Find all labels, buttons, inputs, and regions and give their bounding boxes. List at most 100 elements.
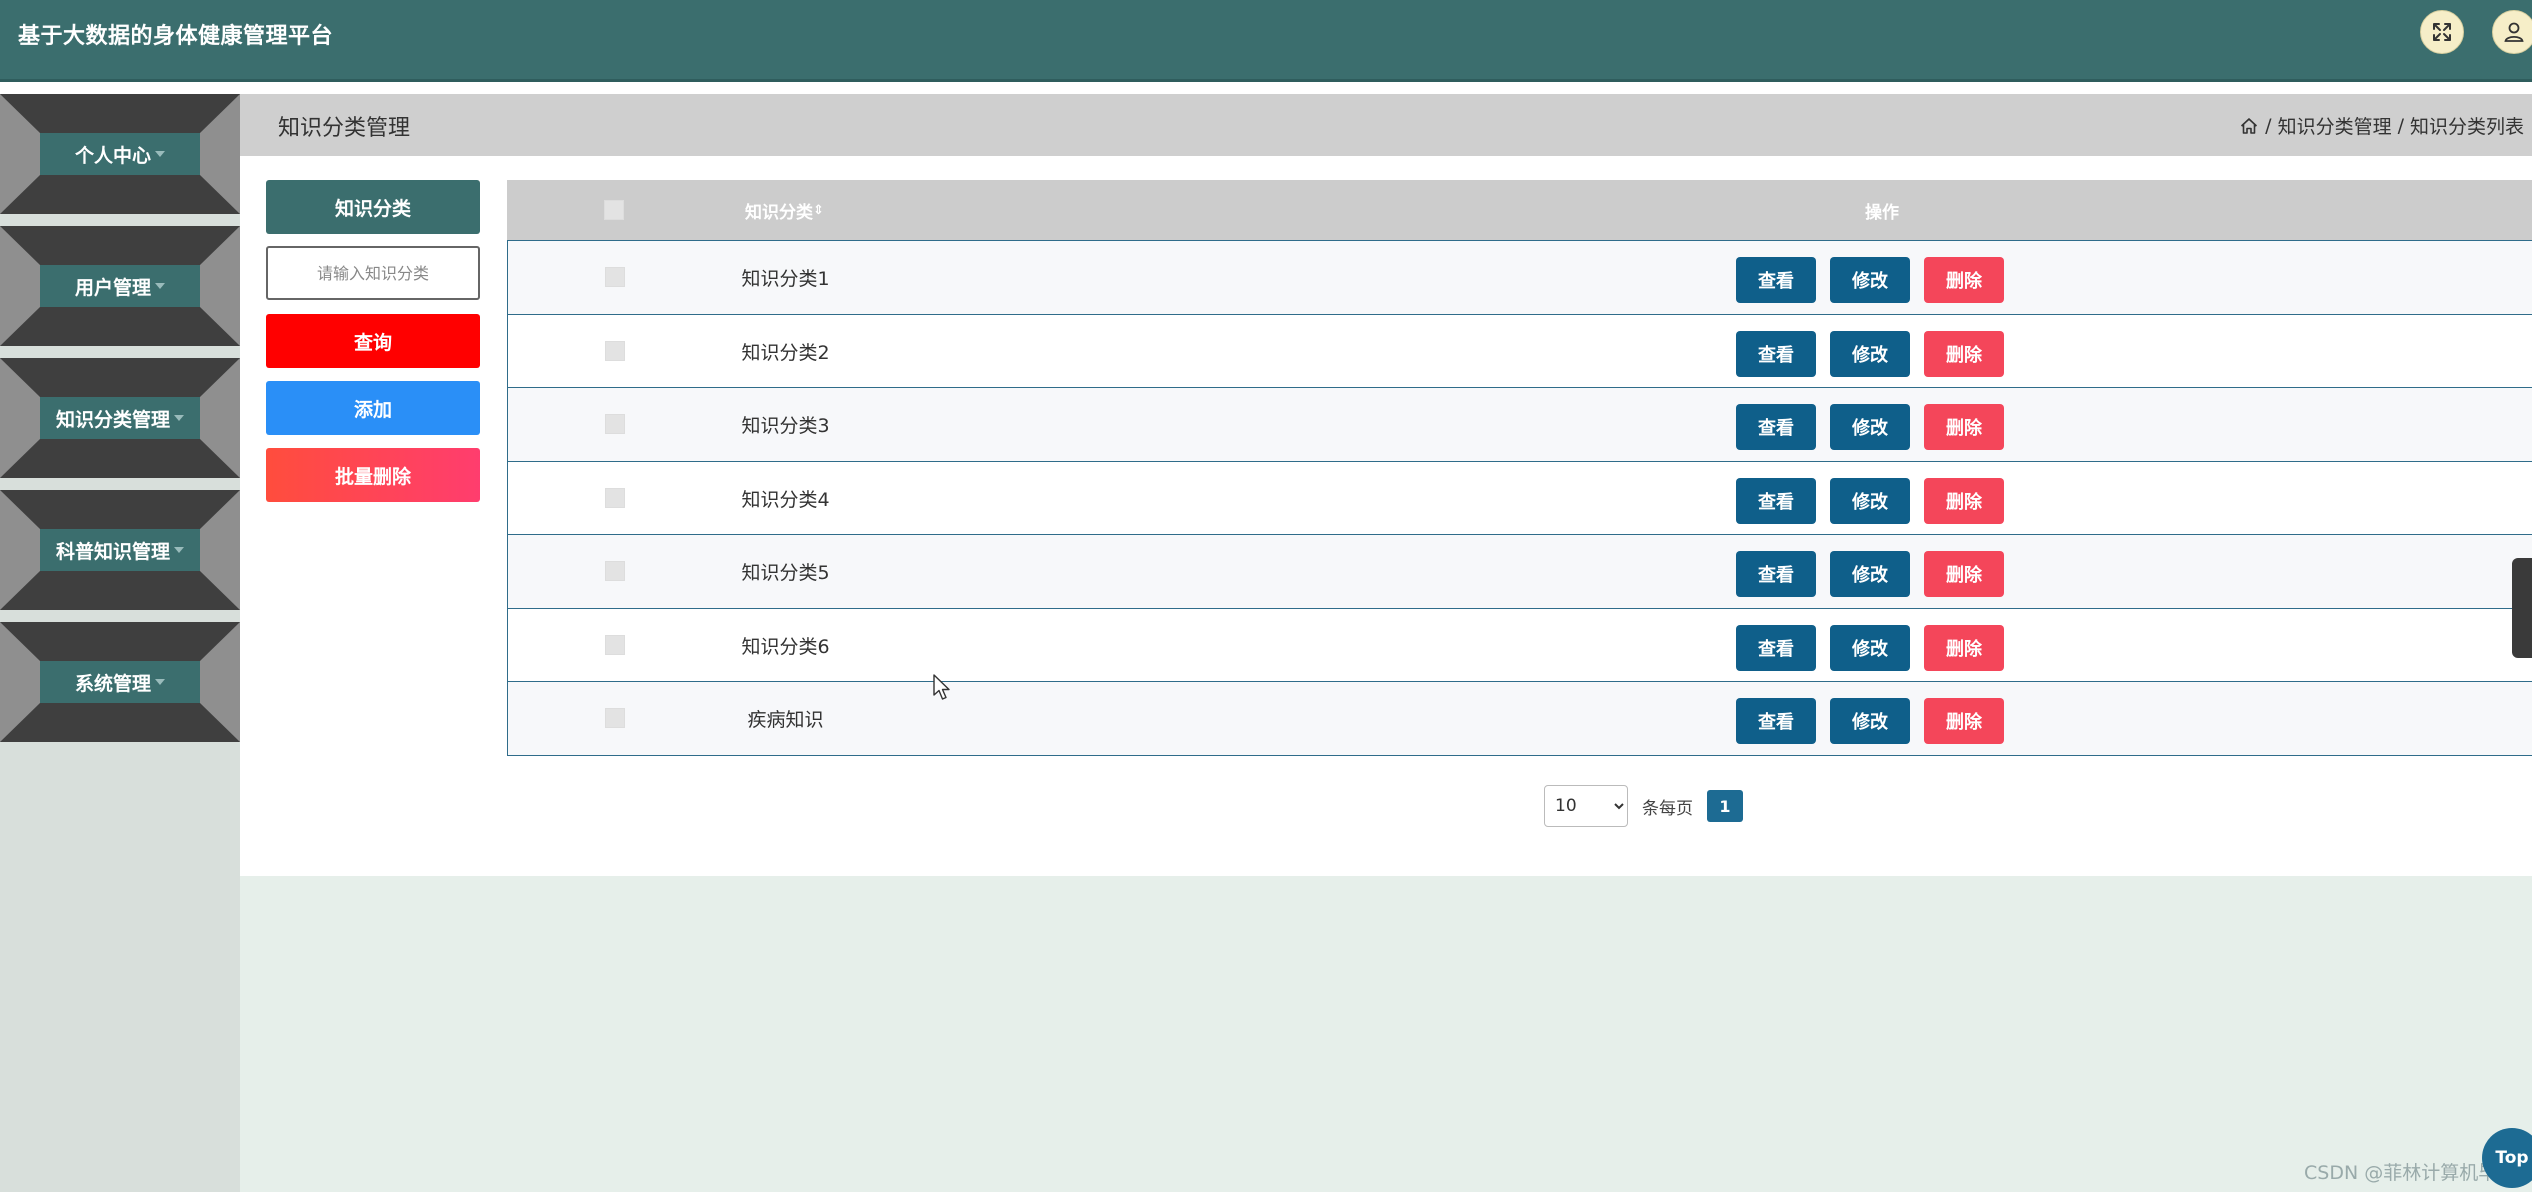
app-root: 基于大数据的身体健康管理平台 个人中心 用户管理 知识分类管理 科普知识管理 系… (0, 0, 2532, 1192)
view-button[interactable]: 查看 (1736, 257, 1816, 303)
app-title: 基于大数据的身体健康管理平台 (18, 24, 334, 49)
row-checkbox[interactable] (605, 340, 625, 361)
mouse-cursor-icon (933, 674, 950, 700)
view-button[interactable]: 查看 (1736, 404, 1816, 450)
delete-button[interactable]: 删除 (1924, 477, 2004, 524)
column-header-category[interactable]: 知识分类 ⇕ (677, 180, 892, 240)
sidebar-item-text: 系统管理 (74, 672, 151, 695)
header-gap (0, 82, 2532, 94)
table-body: 知识分类1 查看 修改 删除 知识分类2 查看 修改 删除 知识分类3 查看 修… (507, 240, 2532, 756)
category-name-cell: 知识分类1 (741, 268, 830, 290)
edit-button[interactable]: 修改 (1830, 698, 1910, 744)
category-name-cell: 知识分类4 (741, 488, 830, 511)
sidebar-item-label: 用户管理 (40, 265, 200, 307)
pagination: 10 条每页 1 (1544, 785, 1743, 827)
row-actions: 查看 修改 删除 (1736, 477, 2004, 524)
row-checkbox[interactable] (605, 708, 625, 728)
sidebar-item-science-knowledge[interactable]: 科普知识管理 (0, 490, 240, 610)
breadcrumb-separator: / (2397, 114, 2404, 137)
table-row: 疾病知识 查看 修改 删除 (508, 681, 2532, 755)
batch-delete-button[interactable]: 批量删除 (266, 448, 480, 502)
delete-button[interactable]: 删除 (1924, 698, 2004, 744)
caret-down-icon (155, 283, 165, 289)
caret-down-icon (174, 547, 184, 553)
sidebar-item-label: 科普知识管理 (40, 529, 200, 571)
category-label-button[interactable]: 知识分类 (266, 180, 480, 234)
view-button[interactable]: 查看 (1736, 698, 1816, 744)
select-all-checkbox[interactable] (604, 200, 624, 220)
breadcrumb-link-category-management[interactable]: 知识分类管理 (2278, 112, 2392, 139)
sidebar: 个人中心 用户管理 知识分类管理 科普知识管理 系统管理 (0, 94, 240, 1192)
main-bottom-area (240, 876, 2532, 1192)
delete-button[interactable]: 删除 (1924, 404, 2004, 450)
category-name-cell: 知识分类2 (741, 341, 830, 364)
delete-button[interactable]: 删除 (1924, 624, 2004, 671)
row-checkbox[interactable] (605, 414, 625, 434)
category-table: 知识分类 ⇕ 操作 知识分类1 查看 修改 删除 知识分类2 查看 修改 删除 … (507, 180, 2532, 756)
per-page-label: 条每页 (1642, 798, 1693, 819)
category-name-cell: 知识分类5 (741, 562, 830, 584)
edit-button[interactable]: 修改 (1830, 330, 1910, 377)
delete-button[interactable]: 删除 (1924, 551, 2004, 597)
row-checkbox[interactable] (605, 634, 625, 655)
row-checkbox[interactable] (605, 267, 625, 287)
sidebar-item-personal-center[interactable]: 个人中心 (0, 94, 240, 214)
caret-down-icon (174, 415, 184, 421)
table-row: 知识分类5 查看 修改 删除 (508, 534, 2532, 608)
sidebar-item-text: 知识分类管理 (55, 408, 170, 431)
table-row: 知识分类1 查看 修改 删除 (508, 240, 2532, 314)
table-row: 知识分类3 查看 修改 删除 (508, 387, 2532, 461)
table-row: 知识分类6 查看 修改 删除 (508, 607, 2532, 681)
sidebar-item-label: 个人中心 (40, 133, 200, 175)
side-drawer-handle[interactable] (2512, 558, 2532, 658)
sidebar-item-label: 知识分类管理 (40, 397, 200, 439)
table-header: 知识分类 ⇕ 操作 (507, 180, 2532, 240)
view-button[interactable]: 查看 (1736, 477, 1816, 524)
edit-button[interactable]: 修改 (1830, 551, 1910, 597)
delete-button[interactable]: 删除 (1924, 257, 2004, 303)
delete-button[interactable]: 删除 (1924, 330, 2004, 377)
row-actions: 查看 修改 删除 (1736, 698, 2004, 744)
caret-down-icon (155, 679, 165, 685)
sidebar-item-user-management[interactable]: 用户管理 (0, 226, 240, 346)
column-header-actions: 操作 (1865, 202, 1899, 223)
page-size-select[interactable]: 10 (1544, 785, 1628, 827)
fullscreen-button[interactable] (2420, 10, 2464, 54)
caret-down-icon (155, 151, 165, 157)
add-button[interactable]: 添加 (266, 381, 480, 435)
edit-button[interactable]: 修改 (1830, 257, 1910, 303)
column-header-label: 知识分类 (745, 202, 814, 223)
sort-icon: ⇕ (813, 202, 824, 218)
query-button[interactable]: 查询 (266, 314, 480, 368)
category-name-cell: 知识分类6 (741, 635, 830, 658)
sidebar-item-text: 个人中心 (74, 144, 151, 167)
row-checkbox[interactable] (605, 487, 625, 508)
row-actions: 查看 修改 删除 (1736, 257, 2004, 303)
user-icon (2504, 22, 2524, 42)
view-button[interactable]: 查看 (1736, 624, 1816, 671)
search-input[interactable] (266, 246, 480, 300)
breadcrumb-current: 知识分类列表 (2409, 116, 2524, 138)
user-button[interactable] (2492, 10, 2532, 54)
sidebar-item-system-management[interactable]: 系统管理 (0, 622, 240, 742)
row-actions: 查看 修改 删除 (1736, 330, 2004, 377)
row-actions: 查看 修改 删除 (1736, 551, 2004, 597)
category-name-cell: 知识分类3 (741, 415, 830, 437)
table-row: 知识分类4 查看 修改 删除 (508, 460, 2532, 534)
row-checkbox[interactable] (605, 561, 625, 581)
sidebar-item-category-management[interactable]: 知识分类管理 (0, 358, 240, 478)
breadcrumb: / 知识分类管理 / 知识分类列表 (2239, 112, 2524, 139)
view-button[interactable]: 查看 (1736, 330, 1816, 377)
sidebar-item-text: 用户管理 (74, 276, 151, 299)
home-icon[interactable] (2239, 116, 2259, 136)
edit-button[interactable]: 修改 (1830, 477, 1910, 524)
fullscreen-icon (2433, 23, 2451, 41)
table-row: 知识分类2 查看 修改 删除 (508, 313, 2532, 387)
edit-button[interactable]: 修改 (1830, 404, 1910, 450)
page-title: 知识分类管理 (278, 116, 411, 141)
view-button[interactable]: 查看 (1736, 551, 1816, 597)
breadcrumb-separator: / (2265, 114, 2272, 137)
edit-button[interactable]: 修改 (1830, 624, 1910, 671)
row-actions: 查看 修改 删除 (1736, 404, 2004, 450)
page-number-current[interactable]: 1 (1707, 790, 1743, 822)
